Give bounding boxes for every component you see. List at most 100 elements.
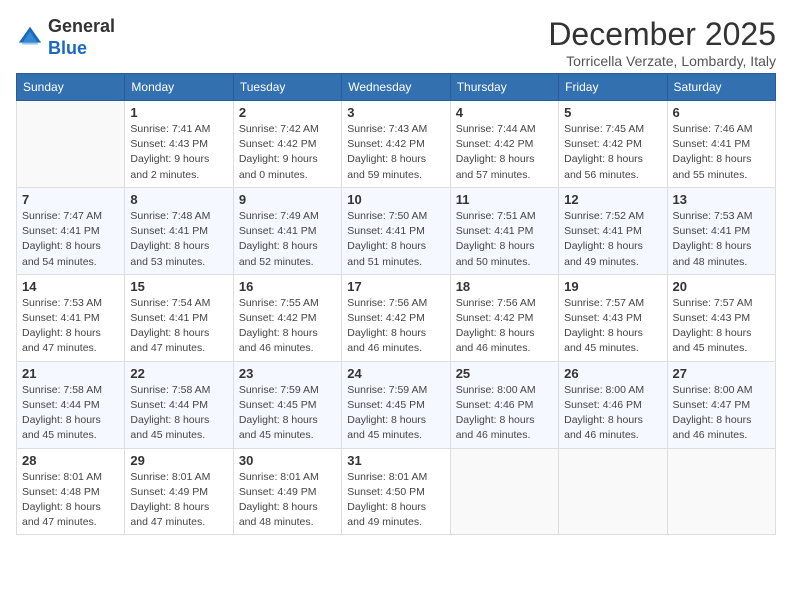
calendar-cell xyxy=(450,448,558,535)
cell-info: Sunrise: 8:01 AMSunset: 4:50 PMDaylight:… xyxy=(347,470,444,531)
day-number: 13 xyxy=(673,192,770,207)
day-number: 29 xyxy=(130,453,227,468)
month-title: December 2025 xyxy=(548,16,776,53)
calendar-cell: 2 Sunrise: 7:42 AMSunset: 4:42 PMDaylight… xyxy=(233,101,341,188)
calendar-cell: 5Sunrise: 7:45 AMSunset: 4:42 PMDaylight… xyxy=(559,101,667,188)
cell-info: Sunrise: 7:49 AMSunset: 4:41 PMDaylight:… xyxy=(239,209,336,270)
calendar-cell: 26Sunrise: 8:00 AMSunset: 4:46 PMDayligh… xyxy=(559,361,667,448)
calendar-cell: 8 Sunrise: 7:48 AMSunset: 4:41 PMDaylight… xyxy=(125,187,233,274)
day-number: 10 xyxy=(347,192,444,207)
cell-info: Sunrise: 7:57 AMSunset: 4:43 PMDaylight:… xyxy=(564,296,661,357)
cell-info: Sunrise: 7:47 AMSunset: 4:41 PMDaylight:… xyxy=(22,209,119,270)
cell-info: Sunrise: 7:58 AMSunset: 4:44 PMDaylight:… xyxy=(22,383,119,444)
calendar-cell: 29Sunrise: 8:01 AMSunset: 4:49 PMDayligh… xyxy=(125,448,233,535)
calendar-cell xyxy=(667,448,775,535)
day-number: 2 xyxy=(239,105,336,120)
calendar-cell: 24Sunrise: 7:59 AMSunset: 4:45 PMDayligh… xyxy=(342,361,450,448)
cell-info: Sunrise: 7:55 AMSunset: 4:42 PMDaylight:… xyxy=(239,296,336,357)
day-number: 3 xyxy=(347,105,444,120)
column-header-sunday: Sunday xyxy=(17,74,125,101)
column-header-monday: Monday xyxy=(125,74,233,101)
calendar-cell: 31Sunrise: 8:01 AMSunset: 4:50 PMDayligh… xyxy=(342,448,450,535)
calendar-week-row: 28 Sunrise: 8:01 AMSunset: 4:48 PMDayligh… xyxy=(17,448,776,535)
day-number: 23 xyxy=(239,366,336,381)
day-number: 14 xyxy=(22,279,119,294)
day-number: 25 xyxy=(456,366,553,381)
calendar-cell: 30 Sunrise: 8:01 AMSunset: 4:49 PMDayligh… xyxy=(233,448,341,535)
cell-info: Sunrise: 7:59 AMSunset: 4:45 PMDaylight:… xyxy=(239,383,336,444)
day-number: 12 xyxy=(564,192,661,207)
day-number: 27 xyxy=(673,366,770,381)
day-number: 4 xyxy=(456,105,553,120)
day-number: 15 xyxy=(130,279,227,294)
cell-info: Sunrise: 7:42 AMSunset: 4:42 PMDaylight:… xyxy=(239,122,336,183)
day-number: 22 xyxy=(130,366,227,381)
column-header-tuesday: Tuesday xyxy=(233,74,341,101)
calendar-cell: 9 Sunrise: 7:49 AMSunset: 4:41 PMDaylight… xyxy=(233,187,341,274)
calendar-table: SundayMondayTuesdayWednesdayThursdayFrid… xyxy=(16,73,776,535)
cell-info: Sunrise: 8:00 AMSunset: 4:46 PMDaylight:… xyxy=(564,383,661,444)
cell-info: Sunrise: 7:41 AMSunset: 4:43 PMDaylight:… xyxy=(130,122,227,183)
cell-info: Sunrise: 7:57 AMSunset: 4:43 PMDaylight:… xyxy=(673,296,770,357)
logo-general: General xyxy=(48,16,115,36)
cell-info: Sunrise: 7:54 AMSunset: 4:41 PMDaylight:… xyxy=(130,296,227,357)
column-header-wednesday: Wednesday xyxy=(342,74,450,101)
cell-info: Sunrise: 7:43 AMSunset: 4:42 PMDaylight:… xyxy=(347,122,444,183)
calendar-cell: 10Sunrise: 7:50 AMSunset: 4:41 PMDayligh… xyxy=(342,187,450,274)
calendar-cell: 13 Sunrise: 7:53 AMSunset: 4:41 PMDayligh… xyxy=(667,187,775,274)
cell-info: Sunrise: 8:01 AMSunset: 4:49 PMDaylight:… xyxy=(239,470,336,531)
day-number: 16 xyxy=(239,279,336,294)
cell-info: Sunrise: 8:00 AMSunset: 4:47 PMDaylight:… xyxy=(673,383,770,444)
calendar-header-row: SundayMondayTuesdayWednesdayThursdayFrid… xyxy=(17,74,776,101)
cell-info: Sunrise: 7:58 AMSunset: 4:44 PMDaylight:… xyxy=(130,383,227,444)
cell-info: Sunrise: 7:53 AMSunset: 4:41 PMDaylight:… xyxy=(22,296,119,357)
calendar-cell: 21 Sunrise: 7:58 AMSunset: 4:44 PMDayligh… xyxy=(17,361,125,448)
calendar-week-row: 7Sunrise: 7:47 AMSunset: 4:41 PMDaylight… xyxy=(17,187,776,274)
calendar-cell: 19Sunrise: 7:57 AMSunset: 4:43 PMDayligh… xyxy=(559,274,667,361)
calendar-cell: 27 Sunrise: 8:00 AMSunset: 4:47 PMDayligh… xyxy=(667,361,775,448)
cell-info: Sunrise: 7:46 AMSunset: 4:41 PMDaylight:… xyxy=(673,122,770,183)
calendar-cell: 18 Sunrise: 7:56 AMSunset: 4:42 PMDayligh… xyxy=(450,274,558,361)
cell-info: Sunrise: 7:45 AMSunset: 4:42 PMDaylight:… xyxy=(564,122,661,183)
column-header-thursday: Thursday xyxy=(450,74,558,101)
day-number: 1 xyxy=(130,105,227,120)
calendar-cell: 23 Sunrise: 7:59 AMSunset: 4:45 PMDayligh… xyxy=(233,361,341,448)
cell-info: Sunrise: 7:48 AMSunset: 4:41 PMDaylight:… xyxy=(130,209,227,270)
location-subtitle: Torricella Verzate, Lombardy, Italy xyxy=(548,53,776,69)
calendar-cell: 20 Sunrise: 7:57 AMSunset: 4:43 PMDayligh… xyxy=(667,274,775,361)
logo-icon xyxy=(16,24,44,52)
cell-info: Sunrise: 7:52 AMSunset: 4:41 PMDaylight:… xyxy=(564,209,661,270)
day-number: 24 xyxy=(347,366,444,381)
calendar-cell xyxy=(559,448,667,535)
cell-info: Sunrise: 7:53 AMSunset: 4:41 PMDaylight:… xyxy=(673,209,770,270)
calendar-cell: 7Sunrise: 7:47 AMSunset: 4:41 PMDaylight… xyxy=(17,187,125,274)
day-number: 21 xyxy=(22,366,119,381)
calendar-cell: 4Sunrise: 7:44 AMSunset: 4:42 PMDaylight… xyxy=(450,101,558,188)
calendar-week-row: 14 Sunrise: 7:53 AMSunset: 4:41 PMDayligh… xyxy=(17,274,776,361)
day-number: 20 xyxy=(673,279,770,294)
calendar-week-row: 1 Sunrise: 7:41 AMSunset: 4:43 PMDaylight… xyxy=(17,101,776,188)
day-number: 17 xyxy=(347,279,444,294)
cell-info: Sunrise: 7:51 AMSunset: 4:41 PMDaylight:… xyxy=(456,209,553,270)
logo: General Blue xyxy=(16,16,115,59)
day-number: 6 xyxy=(673,105,770,120)
calendar-cell: 12 Sunrise: 7:52 AMSunset: 4:41 PMDayligh… xyxy=(559,187,667,274)
day-number: 8 xyxy=(130,192,227,207)
calendar-cell: 25Sunrise: 8:00 AMSunset: 4:46 PMDayligh… xyxy=(450,361,558,448)
cell-info: Sunrise: 7:56 AMSunset: 4:42 PMDaylight:… xyxy=(456,296,553,357)
day-number: 9 xyxy=(239,192,336,207)
cell-info: Sunrise: 8:01 AMSunset: 4:48 PMDaylight:… xyxy=(22,470,119,531)
cell-info: Sunrise: 7:56 AMSunset: 4:42 PMDaylight:… xyxy=(347,296,444,357)
day-number: 18 xyxy=(456,279,553,294)
day-number: 11 xyxy=(456,192,553,207)
calendar-cell: 17 Sunrise: 7:56 AMSunset: 4:42 PMDayligh… xyxy=(342,274,450,361)
title-block: December 2025 Torricella Verzate, Lombar… xyxy=(548,16,776,69)
calendar-cell: 3 Sunrise: 7:43 AMSunset: 4:42 PMDaylight… xyxy=(342,101,450,188)
calendar-cell: 22 Sunrise: 7:58 AMSunset: 4:44 PMDayligh… xyxy=(125,361,233,448)
calendar-cell: 1 Sunrise: 7:41 AMSunset: 4:43 PMDaylight… xyxy=(125,101,233,188)
page-header: General Blue December 2025 Torricella Ve… xyxy=(16,16,776,69)
day-number: 30 xyxy=(239,453,336,468)
calendar-cell: 11 Sunrise: 7:51 AMSunset: 4:41 PMDayligh… xyxy=(450,187,558,274)
calendar-cell: 6 Sunrise: 7:46 AMSunset: 4:41 PMDaylight… xyxy=(667,101,775,188)
day-number: 28 xyxy=(22,453,119,468)
